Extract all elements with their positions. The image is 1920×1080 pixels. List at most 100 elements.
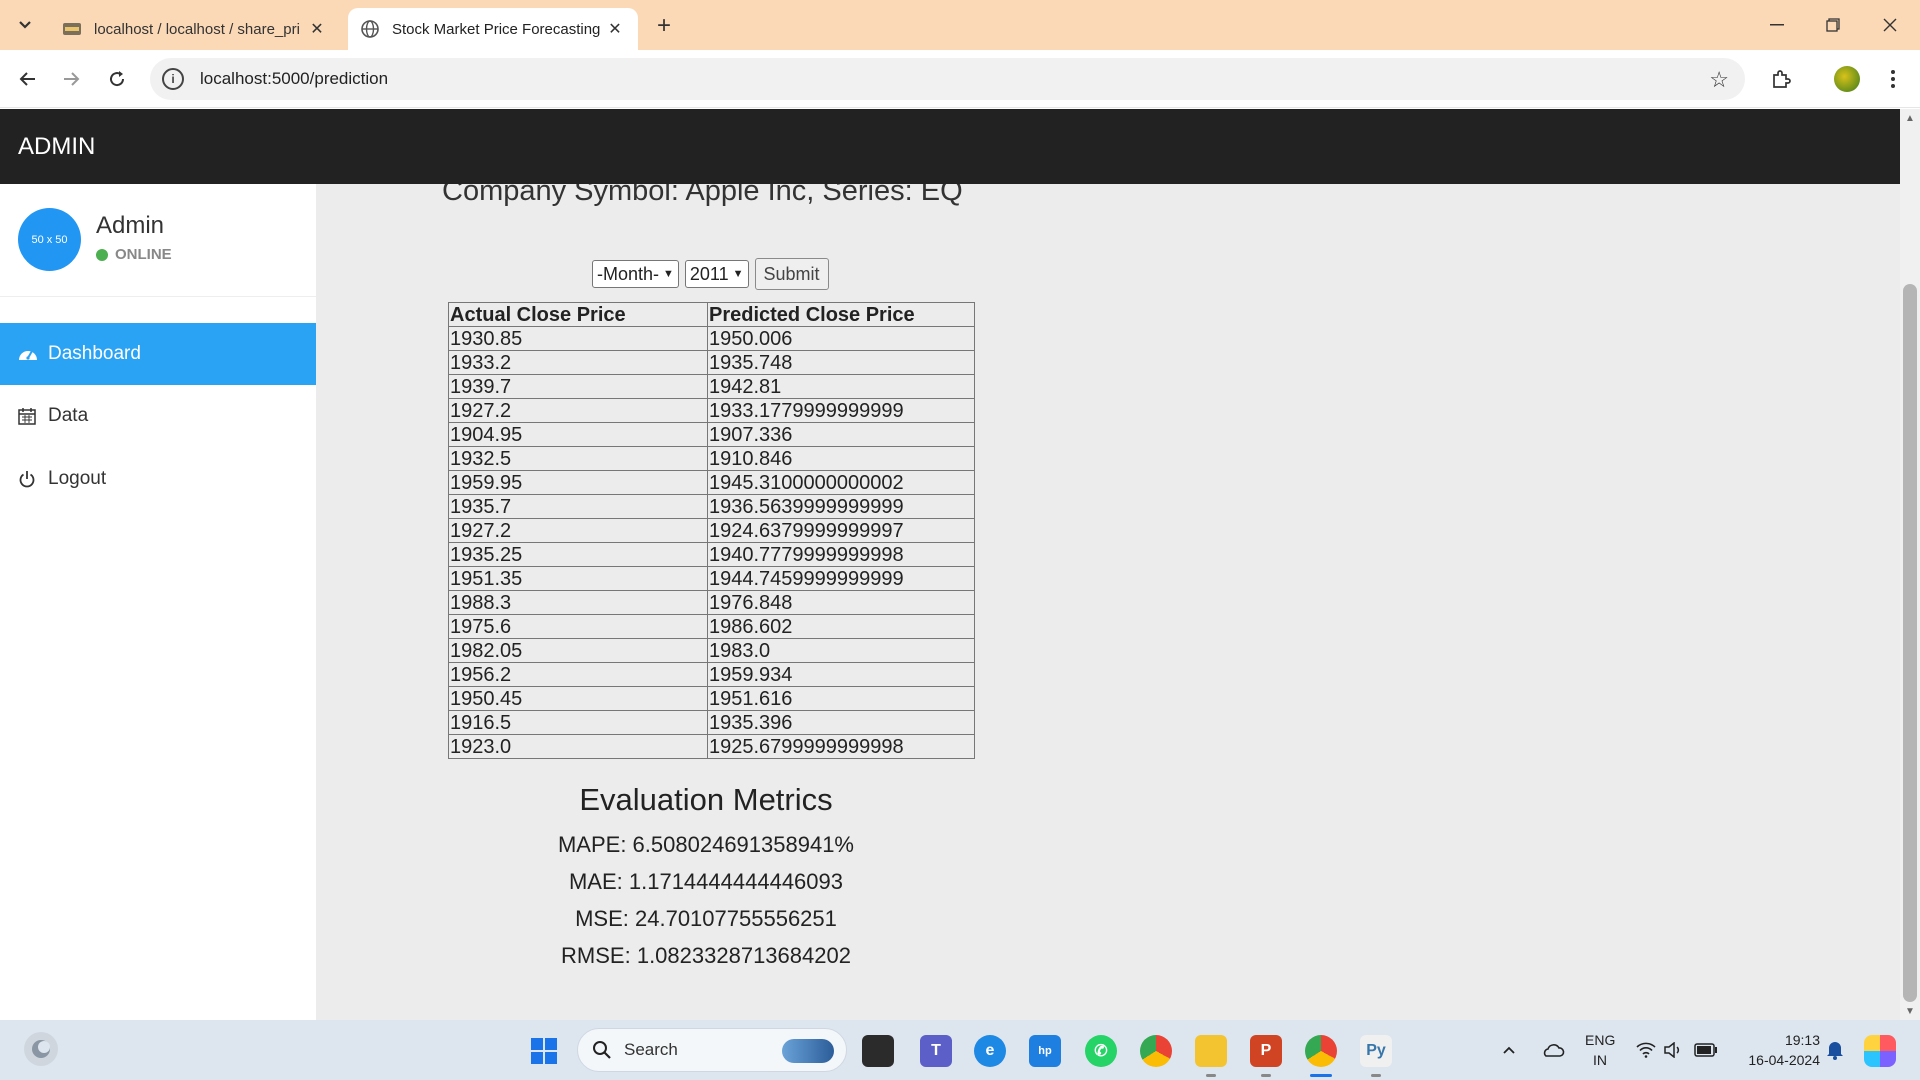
tab-phpmyadmin[interactable]: localhost / localhost / share_pri ✕ [50,8,340,50]
minimize-button[interactable] [1757,10,1797,40]
wifi-icon[interactable] [1636,1020,1656,1080]
menu-button[interactable] [1878,64,1908,94]
forward-button[interactable] [57,64,87,94]
metric-mae: MAE: 1.1714444444446093 [568,869,843,894]
search-highlight-image [782,1039,834,1063]
scroll-down-arrow-icon[interactable]: ▼ [1900,1002,1920,1020]
metric-rmse: RMSE: 1.0823328713684202 [561,943,851,968]
globe-icon [361,20,379,38]
teams-icon[interactable]: T [920,1035,952,1067]
start-windows-icon[interactable] [528,1035,560,1067]
user-status: ONLINE [96,246,172,263]
sidebar-item-label: Data [48,405,89,426]
table-row: 1935.25 1940.7779999999998 [448,542,975,567]
submit-button[interactable]: Submit [754,258,829,290]
weather-widget-icon[interactable] [24,1032,58,1066]
sidebar-item-label: Logout [48,468,107,489]
chrome-icon[interactable] [1140,1035,1172,1067]
volume-icon[interactable] [1664,1020,1684,1080]
table-row: 1935.7 1936.5639999999999 [448,494,975,519]
table-row: 1923.0 1925.6799999999998 [448,734,975,759]
user-panel: 50 x 50 Admin ONLINE [0,184,316,297]
taskbar: Search T e hp ✆ P Py ENG IN 19:13 16-04-… [0,1020,1920,1080]
language-indicator[interactable]: ENG IN [1585,1030,1615,1070]
bookmark-star-icon[interactable]: ☆ [1709,67,1729,93]
new-tab-button[interactable]: + [650,12,678,40]
predicted-price-cell: 1924.6379999999997 [707,518,975,543]
reload-button[interactable] [102,64,132,94]
notification-bell-icon[interactable] [1826,1020,1844,1080]
file-explorer-icon[interactable] [1195,1035,1227,1067]
sidebar-item-dashboard[interactable]: Dashboard [0,323,316,385]
extensions-button[interactable] [1766,64,1796,94]
power-icon [18,470,40,488]
sidebar-item-data[interactable]: Data [0,385,316,447]
actual-price-cell: 1933.2 [448,350,708,375]
scroll-up-arrow-icon[interactable]: ▲ [1900,109,1920,127]
close-icon[interactable]: ✕ [306,18,328,40]
tab-search-button[interactable] [10,10,40,40]
taskbar-search[interactable]: Search [577,1028,847,1072]
predicted-price-cell: 1976.848 [707,590,975,615]
online-status-dot [96,248,108,261]
year-select[interactable]: 2011 ▼ [684,260,749,288]
close-icon [1883,18,1897,32]
actual-price-cell: 1988.3 [448,590,708,615]
battery-icon[interactable] [1694,1020,1718,1080]
chevron-down-icon: ▼ [663,268,674,280]
scrollbar-thumb[interactable] [1903,284,1917,1002]
whatsapp-icon[interactable]: ✆ [1085,1035,1117,1067]
main-content: Company Symbol: Apple Inc, Series: EQ -M… [316,184,1900,1020]
table-row: 1982.05 1983.0 [448,638,975,663]
system-clock[interactable]: 19:13 16-04-2024 [1738,1030,1820,1070]
table-row: 1927.2 1924.6379999999997 [448,518,975,543]
actual-price-cell: 1932.5 [448,446,708,471]
tab-title: localhost / localhost / share_pri [94,20,300,38]
profile-avatar[interactable] [1834,66,1860,92]
tab-stock-forecasting[interactable]: Stock Market Price Forecasting ✕ [348,8,638,50]
task-view-icon[interactable] [862,1035,894,1067]
close-icon[interactable]: ✕ [604,18,626,40]
site-info-icon[interactable]: i [162,68,184,90]
predicted-price-cell: 1933.1779999999999 [707,398,975,423]
python-icon[interactable]: Py [1360,1035,1392,1067]
myhp-icon[interactable]: hp [1029,1035,1061,1067]
chrome-active-icon[interactable] [1305,1035,1337,1067]
active-indicator [1310,1074,1332,1077]
brand-title[interactable]: ADMIN [18,133,95,161]
search-icon [593,1041,611,1059]
running-indicator [1371,1074,1381,1077]
onedrive-icon[interactable] [1541,1020,1565,1080]
close-window-button[interactable] [1870,10,1910,40]
predicted-price-cell: 1950.006 [707,326,975,351]
region-code: IN [1593,1052,1607,1068]
company-heading: Company Symbol: Apple Inc, Series: EQ [442,184,963,207]
table-row: 1904.95 1907.336 [448,422,975,447]
actual-price-cell: 1982.05 [448,638,708,663]
chevron-up-icon [1503,1046,1515,1054]
sidebar-item-logout[interactable]: Logout [0,448,316,510]
predicted-price-cell: 1910.846 [707,446,975,471]
edge-icon[interactable]: e [974,1035,1006,1067]
browser-tab-bar: localhost / localhost / share_pri ✕ Stoc… [0,0,1920,50]
avatar: 50 x 50 [18,208,81,271]
metrics-title: Evaluation Metrics [579,782,833,817]
address-bar[interactable]: i localhost:5000/prediction ☆ [150,58,1745,100]
powerpoint-icon[interactable]: P [1250,1035,1282,1067]
table-row: 1959.95 1945.3100000000002 [448,470,975,495]
actual-price-cell: 1930.85 [448,326,708,351]
restore-icon [1826,18,1840,32]
show-hidden-icons-button[interactable] [1502,1020,1516,1080]
predicted-price-cell: 1944.7459999999999 [707,566,975,591]
page-scrollbar[interactable]: ▲ ▼ [1900,109,1920,1020]
back-button[interactable] [12,64,42,94]
browser-toolbar: i localhost:5000/prediction ☆ [0,50,1920,108]
table-row: 1956.2 1959.934 [448,662,975,687]
actual-price-cell: 1939.7 [448,374,708,399]
sidebar-item-label: Dashboard [48,343,141,364]
copilot-icon[interactable] [1864,1035,1896,1067]
table-row: 1916.5 1935.396 [448,710,975,735]
actual-price-cell: 1950.45 [448,686,708,711]
month-select[interactable]: -Month- ▼ [592,260,679,288]
restore-button[interactable] [1813,10,1853,40]
